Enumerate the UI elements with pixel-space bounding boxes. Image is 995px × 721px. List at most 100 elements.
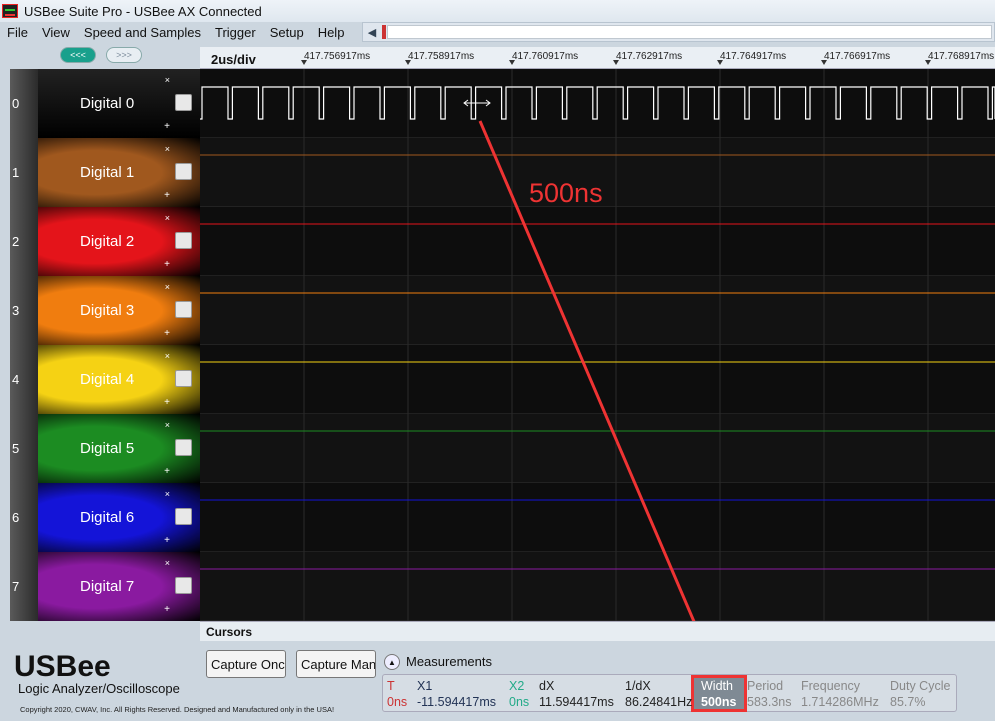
time-tick-mark [717, 60, 723, 65]
time-tick-label: 417.768917ms [928, 51, 995, 62]
menu-setup[interactable]: Setup [263, 25, 311, 40]
overview-scrollbar[interactable]: ◀ [362, 22, 995, 42]
previous-button[interactable]: <<< [60, 47, 96, 63]
collapse-icon[interactable]: × [165, 489, 170, 499]
measurement-column: dX 11.594417ms [539, 679, 614, 709]
measurement-header: X1 [417, 679, 433, 693]
channel-number: 0 [10, 69, 38, 138]
expand-icon[interactable]: + [164, 121, 170, 132]
measurement-column: Width 500ns [701, 679, 736, 709]
channel-checkbox[interactable] [175, 232, 192, 249]
channel-label: Digital 2 [80, 233, 135, 250]
measurement-value: 85.7% [890, 695, 926, 709]
channel-label: Digital 6 [80, 509, 135, 526]
channel-list: 0 Digital 0 × +1 Digital 1 × +2 Digital 2 × +3 Dig… [10, 69, 200, 621]
measurement-header: dX [539, 679, 555, 693]
channel-row[interactable]: 1 Digital 1 × + [10, 138, 200, 207]
channel-color-swatch: Digital 4 × + [38, 345, 200, 414]
time-tick-label: 417.764917ms [720, 51, 787, 62]
expand-icon[interactable]: + [164, 466, 170, 477]
measurement-value: 0ns [387, 695, 408, 709]
annotation-label: 500ns [529, 178, 603, 208]
collapse-icon[interactable]: × [165, 144, 170, 154]
collapse-icon[interactable]: × [165, 420, 170, 430]
expand-icon[interactable]: + [164, 604, 170, 615]
window-title: USBee Suite Pro - USBee AX Connected [24, 3, 262, 19]
channel-checkbox[interactable] [175, 577, 192, 594]
time-scale[interactable]: 2us/div [211, 52, 256, 67]
time-tick-label: 417.756917ms [304, 51, 371, 62]
menu-trigger[interactable]: Trigger [208, 25, 263, 40]
scroll-left-icon[interactable]: ◀ [363, 23, 381, 41]
collapse-icon[interactable]: × [165, 282, 170, 292]
measurement-column: T 0ns [387, 679, 407, 709]
expand-icon[interactable]: + [164, 397, 170, 408]
channel-number: 1 [10, 138, 38, 207]
time-tick-mark [509, 60, 515, 65]
channel-color-swatch: Digital 2 × + [38, 207, 200, 276]
measurement-header: Duty Cycle [890, 679, 951, 693]
measurement-header: Period [747, 679, 784, 693]
time-tick-label: 417.760917ms [512, 51, 579, 62]
waveform-row [200, 207, 995, 276]
menu-bar: File View Speed and Samples Trigger Setu… [0, 22, 360, 42]
scroll-position-marker[interactable] [382, 25, 386, 39]
collapse-measurements-icon[interactable]: ▲ [384, 654, 400, 670]
channel-checkbox[interactable] [175, 439, 192, 456]
channel-row[interactable]: 0 Digital 0 × + [10, 69, 200, 138]
waveform-row [200, 483, 995, 552]
channel-checkbox[interactable] [175, 163, 192, 180]
waveform-area[interactable] [200, 69, 995, 667]
collapse-icon[interactable]: × [165, 75, 170, 85]
measurement-header: 1/dX [625, 679, 651, 693]
menu-help[interactable]: Help [311, 25, 352, 40]
measurement-value: 0ns [509, 695, 530, 709]
time-tick-label: 417.758917ms [408, 51, 475, 62]
scroll-track[interactable] [387, 25, 992, 39]
waveform-row [200, 552, 995, 621]
capture-once-button[interactable]: Capture Once [206, 650, 286, 678]
capture-many-button[interactable]: Capture Many [296, 650, 376, 678]
waveform-row [200, 414, 995, 483]
channel-checkbox[interactable] [175, 94, 192, 111]
waveform-row [200, 276, 995, 345]
expand-icon[interactable]: + [164, 259, 170, 270]
expand-icon[interactable]: + [164, 328, 170, 339]
channel-label: Digital 4 [80, 371, 135, 388]
measurement-column: X2 0ns [509, 679, 529, 709]
collapse-icon[interactable]: × [165, 351, 170, 361]
time-tick-mark [821, 60, 827, 65]
menu-file[interactable]: File [0, 25, 35, 40]
collapse-icon[interactable]: × [165, 213, 170, 223]
menu-view[interactable]: View [35, 25, 77, 40]
expand-icon[interactable]: + [164, 190, 170, 201]
measurement-header: Width [701, 679, 733, 693]
channel-label: Digital 7 [80, 578, 135, 595]
time-tick-label: 417.762917ms [616, 51, 683, 62]
time-tick-mark [925, 60, 931, 65]
measurement-column: X1 -11.594417ms [417, 679, 496, 709]
channel-checkbox[interactable] [175, 301, 192, 318]
menu-speed-and-samples[interactable]: Speed and Samples [77, 25, 208, 40]
copyright-text: Copyright 2020, CWAV, Inc. All Rights Re… [20, 705, 335, 714]
channel-row[interactable]: 6 Digital 6 × + [10, 483, 200, 552]
channel-row[interactable]: 4 Digital 4 × + [10, 345, 200, 414]
channel-checkbox[interactable] [175, 508, 192, 525]
measurement-value: 86.24841Hz [625, 695, 693, 709]
time-tick-mark [405, 60, 411, 65]
channel-color-swatch: Digital 1 × + [38, 138, 200, 207]
channel-label: Digital 1 [80, 164, 135, 181]
channel-color-swatch: Digital 3 × + [38, 276, 200, 345]
capture-nav: <<< >>> [60, 47, 142, 63]
channel-color-swatch: Digital 5 × + [38, 414, 200, 483]
channel-row[interactable]: 2 Digital 2 × + [10, 207, 200, 276]
channel-color-swatch: Digital 7 × + [38, 552, 200, 621]
expand-icon[interactable]: + [164, 535, 170, 546]
channel-row[interactable]: 5 Digital 5 × + [10, 414, 200, 483]
channel-row[interactable]: 7 Digital 7 × + [10, 552, 200, 621]
channel-checkbox[interactable] [175, 370, 192, 387]
measurement-value: 11.594417ms [539, 695, 614, 709]
channel-row[interactable]: 3 Digital 3 × + [10, 276, 200, 345]
collapse-icon[interactable]: × [165, 558, 170, 568]
next-button[interactable]: >>> [106, 47, 142, 63]
